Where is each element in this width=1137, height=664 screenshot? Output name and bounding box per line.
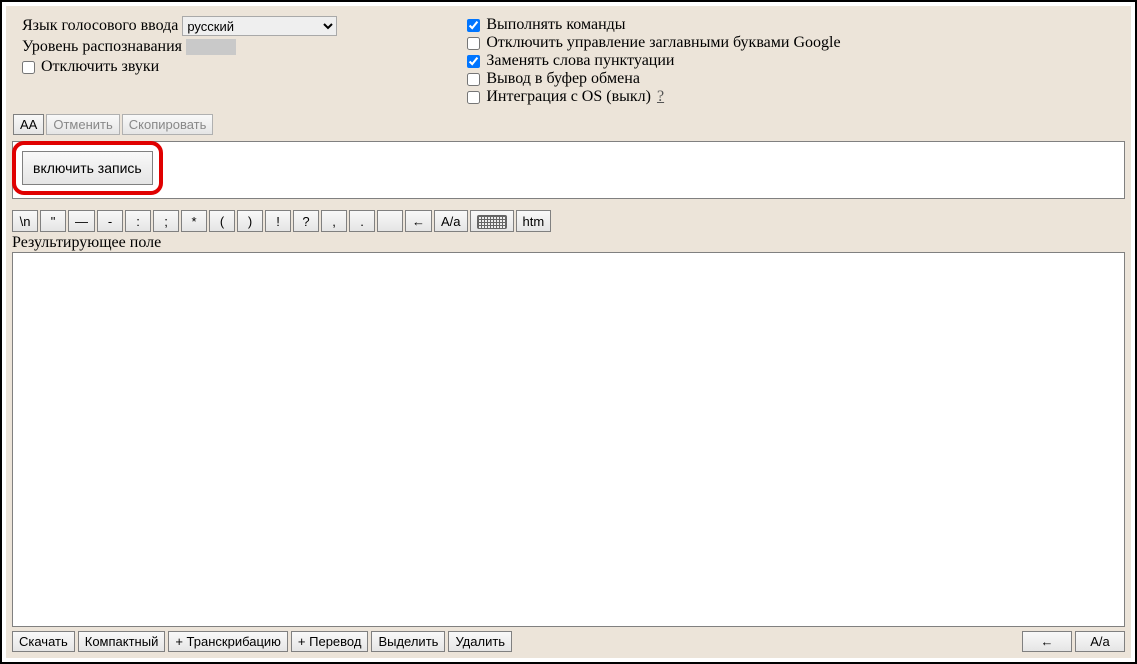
disable-sounds-label: Отключить звуки bbox=[41, 58, 159, 76]
bottom-toolbar: Скачать Компактный + Транскрибацию + Пер… bbox=[12, 631, 1125, 652]
clipboard-label: Вывод в буфер обмена bbox=[486, 70, 640, 88]
settings-row: Язык голосового ввода русский Уровень ра… bbox=[12, 16, 1125, 106]
left-settings: Язык голосового ввода русский Уровень ра… bbox=[22, 16, 337, 106]
main-panel: Язык голосового ввода русский Уровень ра… bbox=[6, 6, 1131, 658]
record-highlight: включить запись bbox=[12, 141, 163, 195]
replace-punct-label: Заменять слова пунктуации bbox=[486, 52, 674, 70]
execute-commands-checkbox[interactable] bbox=[467, 19, 480, 32]
symbol-exclaim-button[interactable]: ! bbox=[265, 210, 291, 232]
keyboard-button[interactable] bbox=[470, 210, 514, 232]
symbol-toolbar: \n " — - : ; * ( ) ! ? , . ← A/a htm bbox=[12, 210, 1125, 232]
app-window: Язык голосового ввода русский Уровень ра… bbox=[0, 0, 1137, 664]
language-label: Язык голосового ввода bbox=[22, 17, 178, 35]
execute-commands-label: Выполнять команды bbox=[486, 16, 625, 34]
symbol-asterisk-button[interactable]: * bbox=[181, 210, 207, 232]
symbol-question-button[interactable]: ? bbox=[293, 210, 319, 232]
keyboard-icon bbox=[477, 215, 507, 229]
recognition-level-label: Уровень распознавания bbox=[22, 38, 182, 56]
symbol-case-toggle-button[interactable]: A/a bbox=[434, 210, 468, 232]
copy-button[interactable]: Скопировать bbox=[122, 114, 214, 135]
symbol-quote-button[interactable]: " bbox=[40, 210, 66, 232]
bottom-case-toggle-button[interactable]: A/a bbox=[1075, 631, 1125, 652]
disable-sounds-checkbox[interactable] bbox=[22, 61, 35, 74]
symbol-mdash-button[interactable]: — bbox=[68, 210, 95, 232]
input-area-wrap: включить запись bbox=[12, 141, 1125, 204]
aa-button[interactable]: AA bbox=[13, 114, 44, 135]
input-textarea[interactable] bbox=[12, 141, 1125, 199]
disable-caps-label: Отключить управление заглавными буквами … bbox=[486, 34, 840, 52]
undo-button[interactable]: Отменить bbox=[46, 114, 119, 135]
symbol-semicolon-button[interactable]: ; bbox=[153, 210, 179, 232]
recognition-level-indicator bbox=[186, 39, 236, 55]
result-textarea[interactable] bbox=[12, 252, 1125, 627]
download-button[interactable]: Скачать bbox=[12, 631, 75, 652]
language-select[interactable]: русский bbox=[182, 16, 337, 36]
symbol-period-button[interactable]: . bbox=[349, 210, 375, 232]
add-translate-button[interactable]: + Перевод bbox=[291, 631, 369, 652]
symbol-arrow-left-button[interactable]: ← bbox=[405, 210, 432, 232]
os-integration-checkbox[interactable] bbox=[467, 91, 480, 104]
add-transcribe-button[interactable]: + Транскрибацию bbox=[168, 631, 288, 652]
bottom-arrow-left-button[interactable]: ← bbox=[1022, 631, 1072, 652]
result-label: Результирующее поле bbox=[12, 234, 1125, 252]
symbol-comma-button[interactable]: , bbox=[321, 210, 347, 232]
spacer bbox=[515, 631, 1019, 652]
symbol-rparen-button[interactable]: ) bbox=[237, 210, 263, 232]
record-button[interactable]: включить запись bbox=[22, 151, 153, 185]
clipboard-checkbox[interactable] bbox=[467, 73, 480, 86]
select-button[interactable]: Выделить bbox=[371, 631, 445, 652]
right-settings: Выполнять команды Отключить управление з… bbox=[467, 16, 840, 106]
disable-caps-checkbox[interactable] bbox=[467, 37, 480, 50]
symbol-dash-button[interactable]: - bbox=[97, 210, 123, 232]
replace-punct-checkbox[interactable] bbox=[467, 55, 480, 68]
toolbar-top: AA Отменить Скопировать bbox=[13, 114, 1125, 135]
os-integration-label: Интеграция с OS (выкл) bbox=[486, 88, 651, 106]
htm-button[interactable]: htm bbox=[516, 210, 552, 232]
os-integration-help-link[interactable]: ? bbox=[657, 88, 664, 106]
delete-button[interactable]: Удалить bbox=[448, 631, 512, 652]
compact-button[interactable]: Компактный bbox=[78, 631, 166, 652]
symbol-lparen-button[interactable]: ( bbox=[209, 210, 235, 232]
symbol-blank-button[interactable] bbox=[377, 210, 403, 232]
symbol-newline-button[interactable]: \n bbox=[12, 210, 38, 232]
symbol-colon-button[interactable]: : bbox=[125, 210, 151, 232]
